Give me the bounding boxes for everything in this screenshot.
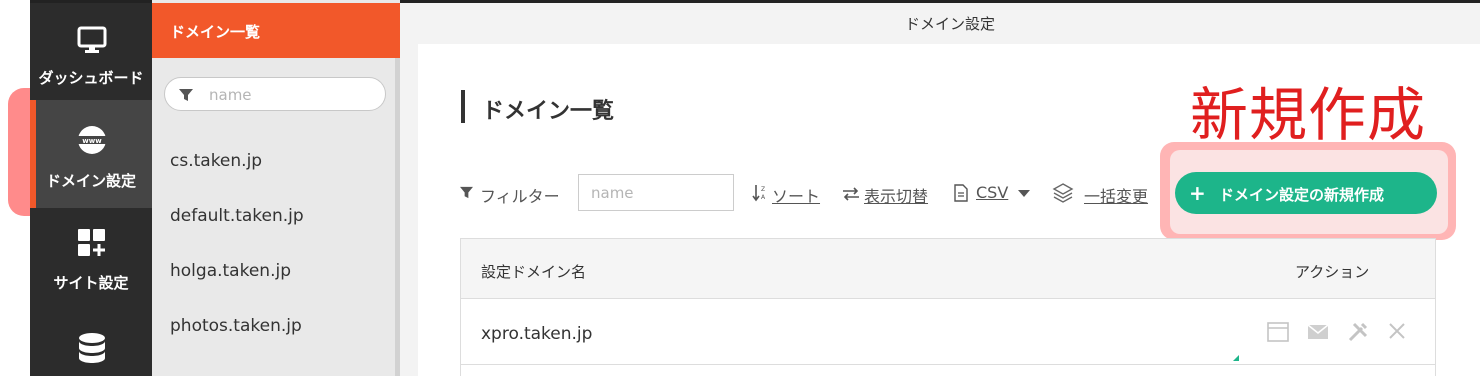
tools-icon[interactable] [1347,321,1369,343]
filter-icon [460,186,473,199]
nav-item-label: ダッシュボード [38,69,144,87]
database-icon [79,333,105,363]
plus-icon: + [1189,181,1206,205]
svg-text:www: www [82,137,102,145]
active-indicator [30,100,36,208]
domain-name-cell[interactable]: xpro.taken.jp [481,324,592,344]
filter-icon [179,89,193,101]
button-label: ドメイン設定の新規作成 [1219,186,1385,204]
create-domain-setting-button[interactable]: + ドメイン設定の新規作成 [1175,172,1437,214]
sort-link[interactable]: ソート [772,183,820,207]
nav-item-domain-settings[interactable]: www ドメイン設定 [30,100,152,208]
table-header: 設定ドメイン名 アクション [461,239,1435,299]
column-header-domain: 設定ドメイン名 [481,263,587,281]
toggle-view-link[interactable]: 表示切替 [864,183,928,207]
document-icon [954,184,968,202]
filter-placeholder: name [591,184,634,202]
heading-accent-bar [461,90,465,123]
bulk-edit-link[interactable]: 一括変更 [1084,183,1148,207]
swap-arrows-icon [843,187,859,201]
content-panel: ドメイン一覧 新規作成 フィルター name Z A ソート 表示切替 CSV … [418,44,1480,376]
mail-icon[interactable] [1307,324,1329,340]
domain-list-panel: ドメイン一覧 name cs.taken.jp default.taken.jp… [152,0,400,376]
nav-item-site-settings[interactable]: サイト設定 [30,216,152,316]
list-item[interactable]: holga.taken.jp [170,261,291,281]
page-title: ドメイン設定 [904,15,995,33]
main-area: ドメイン設定 ドメイン一覧 新規作成 フィルター name Z A ソート 表示… [400,0,1480,376]
www-globe-icon: www [78,126,106,154]
table-row[interactable]: xpro.taken.jp [461,299,1435,365]
row-resize-corner [1233,355,1239,361]
nav-item-database[interactable] [30,316,152,376]
grid-plus-icon [78,229,105,256]
list-item[interactable]: photos.taken.jp [170,316,302,336]
domain-table: 設定ドメイン名 アクション xpro.taken.jp [460,238,1436,376]
monitor-icon [77,26,107,53]
column-header-action: アクション [1295,263,1370,281]
nav-item-dashboard[interactable]: ダッシュボード [30,3,152,103]
sort-icon: Z A [752,185,766,202]
list-item[interactable]: cs.taken.jp [170,151,262,171]
caret-down-icon [1018,190,1030,197]
domain-search-input[interactable]: name [164,77,386,111]
svg-text:A: A [761,194,766,201]
svg-text:Z: Z [761,186,765,193]
window-icon[interactable] [1267,321,1289,343]
domain-list-title: ドメイン一覧 [152,3,400,58]
section-heading: ドメイン一覧 [482,99,615,124]
top-bar: ドメイン設定 [400,0,1480,44]
list-item[interactable]: default.taken.jp [170,206,304,226]
close-icon[interactable] [1387,321,1407,341]
nav-item-label: サイト設定 [53,274,129,292]
annotation-new-label: 新規作成 [1190,81,1427,149]
filter-label: フィルター [480,187,560,206]
nav-item-label: ドメイン設定 [45,172,136,190]
layers-icon [1052,183,1074,203]
csv-menu[interactable]: CSV [976,183,1008,202]
filter-input[interactable]: name [578,174,734,211]
app-window: ダッシュボード www ドメイン設定 サイト設定 ドメイン一覧 name cs.… [0,0,1480,376]
search-placeholder: name [209,86,252,104]
